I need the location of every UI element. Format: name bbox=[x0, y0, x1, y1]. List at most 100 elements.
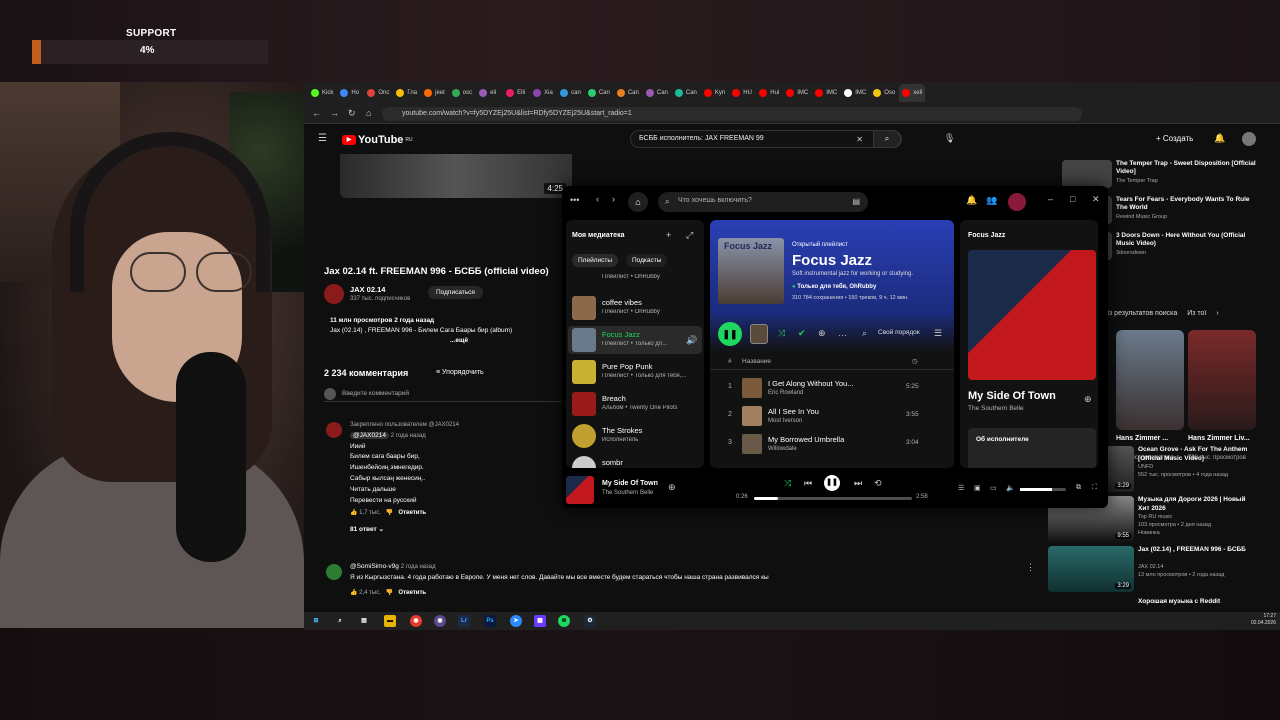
browser-tab[interactable]: Ho bbox=[337, 84, 363, 102]
back-icon[interactable]: ‹ bbox=[596, 194, 599, 204]
track-row[interactable]: 2 All I See In You Most Iverson 3:55 bbox=[710, 402, 954, 430]
browser-tab[interactable]: Can bbox=[585, 84, 613, 102]
comment-menu-icon[interactable]: ⋮ bbox=[1026, 562, 1035, 573]
lyrics-icon[interactable]: ▭ bbox=[990, 484, 997, 492]
browser-tab[interactable]: IMC bbox=[783, 84, 811, 102]
browser-tab[interactable]: osc bbox=[449, 84, 475, 102]
fullscreen-icon[interactable]: ⛶ bbox=[1092, 484, 1097, 492]
channel-name[interactable]: JAX 02.14 bbox=[350, 285, 385, 294]
reply-button[interactable]: Ответить bbox=[398, 590, 426, 596]
browser-tab[interactable]: eli bbox=[476, 84, 502, 102]
previous-icon[interactable]: ⏮ bbox=[804, 478, 812, 489]
avatar[interactable] bbox=[1242, 132, 1256, 146]
browser-tab[interactable]: Hui bbox=[756, 84, 782, 102]
browser-tab[interactable]: can bbox=[557, 84, 584, 102]
lightroom-icon[interactable]: Lr bbox=[458, 615, 470, 627]
more-options-icon[interactable]: ••• bbox=[570, 195, 579, 205]
reload-icon[interactable]: ↻ bbox=[348, 108, 356, 119]
volume-slider[interactable] bbox=[1020, 488, 1066, 491]
back-icon[interactable]: ← bbox=[312, 108, 321, 118]
start-icon[interactable]: ⊞ bbox=[310, 615, 322, 627]
channel-avatar[interactable] bbox=[324, 284, 344, 304]
search-icon[interactable]: ⌕ bbox=[334, 615, 346, 627]
search-icon[interactable]: ⌕ bbox=[873, 130, 901, 148]
menu-icon[interactable]: ☰ bbox=[318, 133, 327, 144]
forward-icon[interactable]: › bbox=[612, 194, 615, 204]
saved-check-icon[interactable]: ✔ bbox=[798, 328, 806, 339]
browser-tab[interactable]: jeet bbox=[421, 84, 448, 102]
download-icon[interactable]: ⊕ bbox=[818, 328, 826, 339]
track-row[interactable]: 1 I Get Along Without You... Eric Rowland 5… bbox=[710, 374, 954, 402]
list-view-icon[interactable]: ☰ bbox=[934, 328, 942, 339]
browser-tab[interactable]: Can bbox=[672, 84, 700, 102]
library-item[interactable]: The Strokes Исполнитель bbox=[568, 422, 702, 450]
create-button[interactable]: + Создать bbox=[1156, 134, 1193, 143]
steam-icon[interactable]: ⚙ bbox=[584, 615, 596, 627]
home-icon[interactable]: ⌂ bbox=[628, 192, 648, 212]
browse-icon[interactable]: ▤ bbox=[852, 197, 860, 206]
search-input[interactable]: ⌕ Что хочешь включить? ▤ bbox=[658, 192, 868, 212]
notifications-icon[interactable]: 🔔 bbox=[1214, 133, 1225, 144]
app-icon[interactable]: ▦ bbox=[534, 615, 546, 627]
reply-button[interactable]: Ответить bbox=[398, 510, 426, 516]
expand-icon[interactable]: ⤢ bbox=[686, 230, 693, 241]
browser-tab[interactable]: IMC bbox=[841, 84, 869, 102]
library-item[interactable]: Focus Jazz Плейлист • Только дл... 🔊 bbox=[568, 326, 702, 354]
browser-tab[interactable]: Can bbox=[614, 84, 642, 102]
description-box[interactable]: 11 млн просмотров 2 года назад Jax (02.1… bbox=[324, 316, 576, 352]
chrome-icon[interactable]: ◉ bbox=[410, 615, 422, 627]
browser-tab[interactable]: Xia bbox=[530, 84, 556, 102]
translate-link[interactable]: Перевести на русский bbox=[350, 496, 590, 507]
track-artist[interactable]: Willowdale bbox=[768, 446, 797, 452]
telegram-icon[interactable]: ➤ bbox=[510, 615, 522, 627]
search-icon[interactable]: ⌕ bbox=[862, 328, 867, 339]
short-item[interactable]: Hans Zimmer ... 456 тыс. просмотров bbox=[1116, 330, 1184, 461]
browser-tab[interactable]: xeli bbox=[899, 84, 926, 102]
comment-avatar[interactable] bbox=[326, 564, 342, 580]
repeat-icon[interactable]: ⟲ bbox=[874, 478, 882, 489]
maximize-icon[interactable]: □ bbox=[1070, 194, 1075, 204]
photoshop-icon[interactable]: Ps bbox=[484, 615, 496, 627]
chip-playlists[interactable]: Плейлисты bbox=[572, 254, 619, 267]
progress-bar[interactable] bbox=[754, 497, 912, 500]
voice-search-icon[interactable]: 🎙 bbox=[944, 133, 955, 144]
pause-button[interactable]: ❚❚ bbox=[718, 322, 742, 346]
task-view-icon[interactable]: ▤ bbox=[358, 615, 370, 627]
library-item[interactable]: Breach Альбом • Twenty One Pilots bbox=[568, 390, 702, 418]
comment-avatar[interactable] bbox=[326, 422, 342, 438]
chip-search-results[interactable]: Из результатов поиска bbox=[1104, 310, 1177, 317]
replies-toggle[interactable]: 81 ответ ⌄ bbox=[350, 525, 590, 536]
preview-thumbnail[interactable] bbox=[750, 324, 768, 344]
track-artist[interactable]: Eric Rowland bbox=[768, 390, 803, 396]
browser-tab[interactable]: Гла bbox=[393, 84, 420, 102]
library-item[interactable]: sombr bbox=[568, 454, 702, 468]
sort-order-button[interactable]: Свой порядок bbox=[878, 329, 920, 336]
track-artist[interactable]: Most Iverson bbox=[768, 418, 802, 424]
url-input[interactable]: youtube.com/watch?v=fy5DYZEj25U&list=RDf… bbox=[382, 107, 1082, 121]
avatar[interactable] bbox=[1008, 193, 1026, 211]
close-icon[interactable]: ✕ bbox=[1092, 194, 1100, 205]
player-artist[interactable]: The Southern Belle bbox=[602, 490, 653, 496]
library-item[interactable]: Pure Pop Punk Плейлист • Только для тебя,… bbox=[568, 358, 702, 386]
browser-tab[interactable]: Elli bbox=[503, 84, 529, 102]
read-more-link[interactable]: Читать дальше bbox=[350, 485, 590, 496]
add-to-library-icon[interactable]: ⊕ bbox=[1084, 394, 1092, 405]
browser-tab[interactable]: HU bbox=[729, 84, 755, 102]
library-item[interactable]: Плейлист • OhRubby bbox=[568, 270, 702, 286]
subscribe-button[interactable]: Подписаться bbox=[428, 286, 483, 299]
shuffle-icon[interactable]: ⤨ bbox=[784, 478, 791, 489]
related-video[interactable]: 3:29 Jax (02.14) , FREEMAN 996 - БСББ JA… bbox=[1048, 546, 1260, 594]
comment-author[interactable]: @SomiSimo-v9g bbox=[350, 563, 399, 570]
browser-tab[interactable]: Kyn bbox=[701, 84, 728, 102]
notifications-icon[interactable]: 🔔 bbox=[966, 195, 977, 206]
video-player-thumbnail[interactable]: 4:25 bbox=[340, 154, 572, 198]
browser-tab[interactable]: Oso bbox=[870, 84, 898, 102]
more-link[interactable]: ...ещё bbox=[330, 336, 576, 346]
shuffle-icon[interactable]: ⤨ bbox=[778, 328, 785, 339]
browser-tab[interactable]: Kick bbox=[308, 84, 336, 102]
add-icon[interactable]: + bbox=[666, 230, 671, 240]
devices-icon[interactable]: ▣ bbox=[974, 484, 981, 492]
short-item[interactable]: Hans Zimmer Liv... 700 тыс. просмотров bbox=[1188, 330, 1256, 461]
add-icon[interactable]: ⊕ bbox=[668, 482, 676, 493]
volume-icon[interactable]: 🔈 bbox=[1006, 484, 1015, 492]
